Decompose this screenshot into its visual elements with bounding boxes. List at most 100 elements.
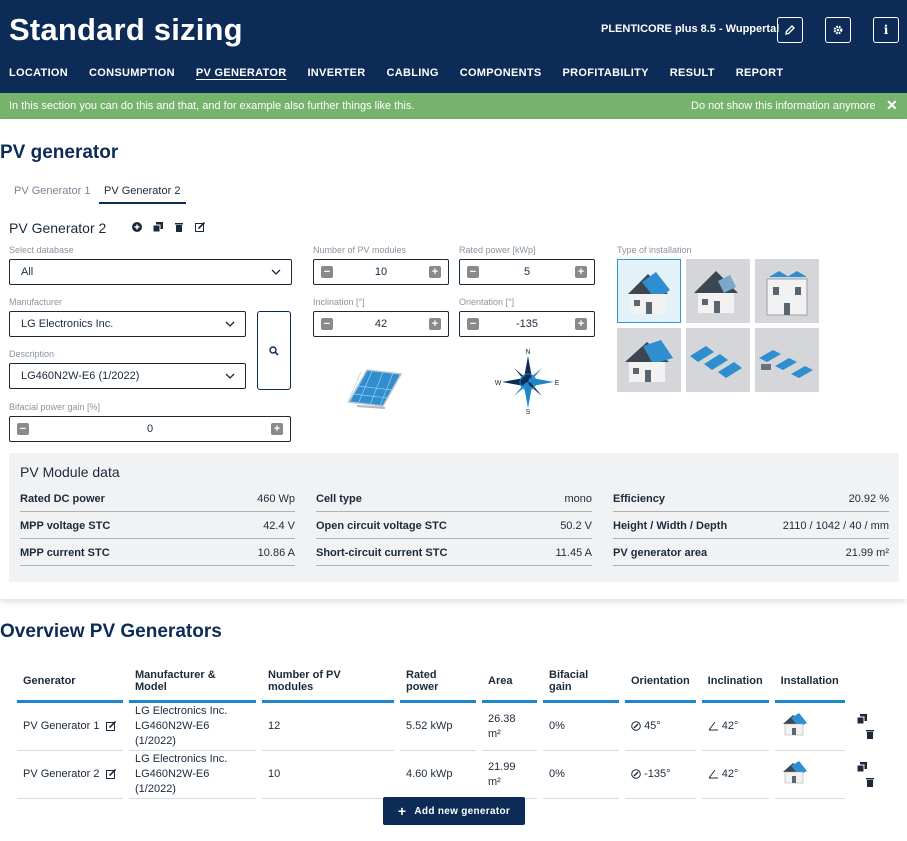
database-select[interactable]: All xyxy=(9,259,292,285)
orientation-value: -135 xyxy=(515,318,539,330)
col-modules: Number of PV modules xyxy=(262,663,394,703)
col-bifacial: Bifacial gain xyxy=(543,663,619,703)
cell-inclination: 42° xyxy=(701,703,769,751)
info-button[interactable]: i xyxy=(873,17,899,43)
rated-power-label: Rated power [kWp] xyxy=(459,245,536,255)
module-data-row: MPP current STC 10.86 A xyxy=(20,539,295,566)
generator-name: PV Generator 2 xyxy=(9,220,107,236)
cell-installation xyxy=(774,703,845,751)
installation-label: Type of installation xyxy=(617,245,692,255)
tab-pv-generator-1[interactable]: PV Generator 1 xyxy=(14,185,90,197)
edit-icon[interactable] xyxy=(105,721,116,732)
compass-s: S xyxy=(526,409,531,416)
plus-icon[interactable]: + xyxy=(429,318,441,330)
nav-result[interactable]: RESULT xyxy=(670,67,715,79)
trash-icon[interactable] xyxy=(865,729,875,740)
cell-inclination: 42° xyxy=(701,751,769,799)
installation-roof-integrated[interactable] xyxy=(686,259,750,323)
table-row: PV Generator 2 LG Electronics Inc. LG460N… xyxy=(17,751,885,799)
col-orientation: Orientation xyxy=(625,663,696,703)
cell-installation xyxy=(774,751,845,799)
cell-bifacial: 0% xyxy=(543,751,619,799)
chevron-down-icon xyxy=(225,321,235,327)
bifacial-stepper[interactable]: − 0 + xyxy=(9,416,291,442)
installation-flat-roof[interactable] xyxy=(755,259,819,323)
copy-icon[interactable] xyxy=(153,222,163,232)
cell-power: 5.52 kWp xyxy=(400,703,476,751)
cell-modules: 10 xyxy=(262,751,394,799)
cell-orientation: 45° xyxy=(625,703,696,751)
nav-cabling[interactable]: CABLING xyxy=(386,67,438,79)
module-data-row: MPP voltage STC 42.4 V xyxy=(20,512,295,539)
nav-inverter[interactable]: INVERTER xyxy=(307,67,365,79)
manufacturer-value: LG Electronics Inc. xyxy=(21,318,114,330)
copy-icon[interactable] xyxy=(856,714,867,725)
plus-icon[interactable]: + xyxy=(429,266,441,278)
edit-icon[interactable] xyxy=(195,222,205,232)
tab-pv-generator-2[interactable]: PV Generator 2 xyxy=(99,185,187,204)
table-header-row: Generator Manufacturer & Model Number of… xyxy=(17,663,885,703)
inclination-label: Inclination [°] xyxy=(313,297,365,307)
cell-orientation: -135° xyxy=(625,751,696,799)
plus-icon[interactable]: + xyxy=(271,423,283,435)
cell-generator: PV Generator 2 xyxy=(17,751,123,799)
gear-icon xyxy=(833,25,843,35)
add-icon[interactable] xyxy=(132,222,142,232)
installation-ground-mounted[interactable] xyxy=(686,328,750,392)
inclination-stepper[interactable]: − 42 + xyxy=(313,311,449,337)
module-search-button[interactable] xyxy=(257,311,291,390)
nav-location[interactable]: LOCATION xyxy=(9,67,68,79)
installation-ground-array[interactable] xyxy=(755,328,819,392)
add-generator-label: Add new generator xyxy=(414,805,511,817)
nav-profitability[interactable]: PROFITABILITY xyxy=(563,67,649,79)
edit-device-button[interactable] xyxy=(777,17,803,43)
module-data-row: Open circuit voltage STC 50.2 V xyxy=(316,512,592,539)
modules-stepper[interactable]: − 10 + xyxy=(313,259,449,285)
module-data-row: Rated DC power 460 Wp xyxy=(20,485,295,512)
compass-icon xyxy=(631,721,641,731)
settings-button[interactable] xyxy=(825,17,851,43)
tilted-module-illustration xyxy=(347,369,403,409)
orientation-stepper[interactable]: − -135 + xyxy=(459,311,595,337)
flat-roof-building-icon xyxy=(766,271,808,316)
compass-e: E xyxy=(555,380,560,387)
description-select[interactable]: LG460N2W-E6 (1/2022) xyxy=(9,363,246,389)
cell-generator: PV Generator 1 xyxy=(17,703,123,751)
add-generator-button[interactable]: + Add new generator xyxy=(383,797,525,825)
module-data-row: PV generator area 21.99 m² xyxy=(613,539,889,566)
solar-field-icon xyxy=(690,346,742,378)
module-data-row: Cell type mono xyxy=(316,485,592,512)
rated-power-stepper[interactable]: − 5 + xyxy=(459,259,595,285)
nav-components[interactable]: COMPONENTS xyxy=(460,67,542,79)
copy-icon[interactable] xyxy=(856,762,867,773)
nav-consumption[interactable]: CONSUMPTION xyxy=(89,67,175,79)
trash-icon[interactable] xyxy=(865,777,875,788)
modules-value: 10 xyxy=(374,266,388,278)
nav-report[interactable]: REPORT xyxy=(736,67,784,79)
installation-roof-angled[interactable] xyxy=(617,328,681,392)
database-label: Select database xyxy=(9,245,74,255)
main-nav: LOCATION CONSUMPTION PV GENERATOR INVERT… xyxy=(9,67,804,79)
close-icon[interactable]: ✕ xyxy=(886,97,898,114)
trash-icon[interactable] xyxy=(174,222,184,232)
bifacial-label: Bifacial power gain [%] xyxy=(9,402,101,412)
col-inclination: Inclination xyxy=(701,663,769,703)
plus-icon[interactable]: + xyxy=(575,266,587,278)
edit-icon[interactable] xyxy=(105,769,116,780)
dismiss-info-link[interactable]: Do not show this information anymore xyxy=(691,100,876,112)
section-title: PV generator xyxy=(0,142,119,163)
house-roof-icon xyxy=(782,761,807,784)
inclination-value: 42 xyxy=(374,318,388,330)
cell-manufacturer: LG Electronics Inc. LG460N2W-E6 (1/2022) xyxy=(129,703,256,751)
angle-icon xyxy=(708,769,718,779)
house-roof-icon xyxy=(782,713,807,736)
plus-icon[interactable]: + xyxy=(575,318,587,330)
angle-icon xyxy=(708,721,718,731)
nav-pv-generator[interactable]: PV GENERATOR xyxy=(196,67,287,79)
compass-n: N xyxy=(525,349,530,356)
manufacturer-select[interactable]: LG Electronics Inc. xyxy=(9,311,246,337)
solar-array-icon xyxy=(759,350,813,378)
installation-roof-mounted[interactable] xyxy=(617,259,681,323)
bifacial-value: 0 xyxy=(146,423,154,435)
col-manufacturer: Manufacturer & Model xyxy=(129,663,256,703)
